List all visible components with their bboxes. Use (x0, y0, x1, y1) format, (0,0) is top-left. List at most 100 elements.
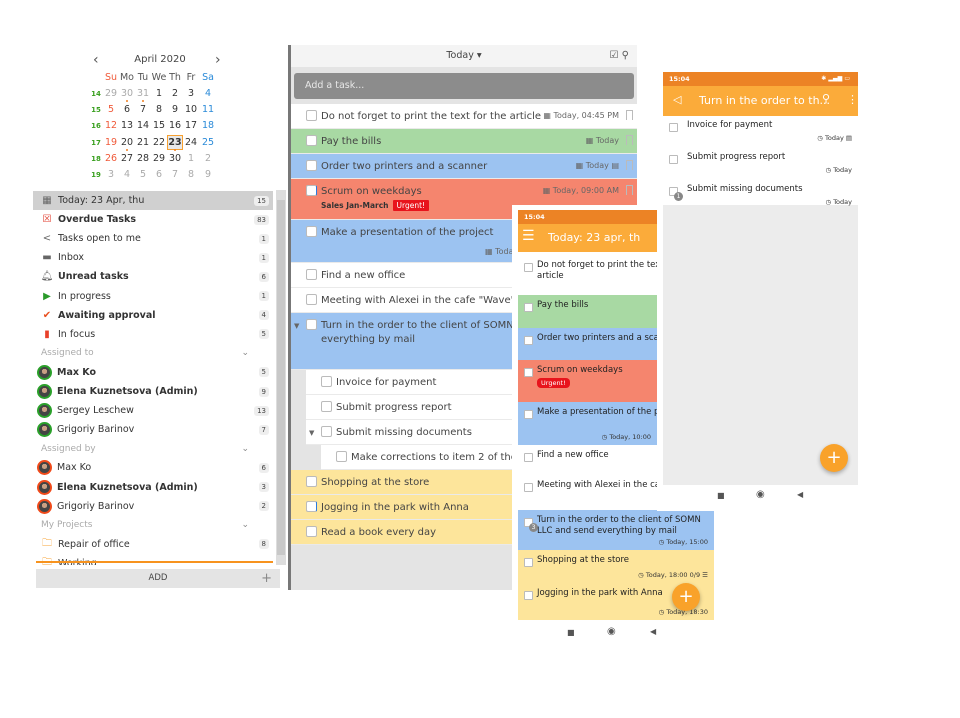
sidebar-user-item[interactable]: Sergey Leschew 13 (33, 401, 273, 420)
phone-subtask-row[interactable]: 1 Submit missing documents ◷ Today (663, 180, 858, 212)
sidebar-item[interactable]: ▬ Inbox 1 (33, 248, 273, 267)
expand-arrow-icon[interactable]: ▼ (294, 322, 299, 330)
sidebar-user-item[interactable]: Max Ko 5 (33, 363, 273, 382)
calendar-day[interactable]: 28 (135, 153, 151, 164)
task-row[interactable]: Do not forget to print the text for the … (291, 104, 637, 129)
filter-dropdown[interactable]: Today ▾ (446, 50, 481, 61)
calendar-day[interactable]: 11 (200, 104, 216, 115)
menu-icon[interactable]: ☰ (522, 228, 535, 244)
calendar-day[interactable]: 20 (119, 137, 135, 148)
calendar-day[interactable]: 30 (119, 88, 135, 99)
task-checkbox[interactable] (524, 558, 533, 567)
phone-subtask-row[interactable]: Submit progress report ◷ Today (663, 148, 858, 180)
task-checkbox[interactable] (321, 376, 332, 387)
expand-arrow-icon[interactable]: ▼ (309, 429, 314, 437)
sidebar-user-item[interactable]: Elena Kuznetsova (Admin) 3 (33, 478, 273, 497)
nav-back-button[interactable]: ◀ (650, 627, 656, 636)
task-checkbox[interactable] (524, 483, 533, 492)
chevron-down-icon[interactable]: ⌄ (241, 520, 249, 530)
task-checkbox[interactable] (524, 368, 533, 377)
task-checkbox[interactable] (336, 451, 347, 462)
calendar-day[interactable]: 2 (200, 153, 216, 164)
phone-task-row[interactable]: Do not forget to print the text article (518, 255, 657, 295)
task-checkbox[interactable] (306, 110, 317, 121)
sidebar-item[interactable]: ▶ In progress 1 (33, 287, 273, 306)
sidebar-user-item[interactable]: Grigoriy Barinov 7 (33, 420, 273, 439)
add-task-input[interactable]: Add a task... (294, 73, 634, 99)
calendar-day[interactable]: 12 (103, 120, 119, 131)
calendar-day[interactable]: 8 (151, 104, 167, 115)
nav-back-button[interactable]: ◀ (797, 490, 803, 499)
add-task-fab[interactable]: + (820, 444, 848, 472)
phone-task-row[interactable]: Meeting with Alexei in the cafe (518, 475, 657, 510)
calendar-day[interactable]: 22 (151, 137, 167, 148)
phone-task-row[interactable]: Pay the bills (518, 295, 657, 328)
calendar-day[interactable]: 7 (135, 104, 151, 115)
calendar-day[interactable]: 5 (103, 104, 119, 115)
sidebar-item[interactable]: 🗀︎ Repair of office 8 (33, 535, 273, 554)
nav-recent-button[interactable]: ■ (567, 628, 575, 637)
task-checkbox[interactable] (524, 303, 533, 312)
sidebar-user-item[interactable]: Elena Kuznetsova (Admin) 9 (33, 382, 273, 401)
chevron-down-icon[interactable]: ⌄ (241, 444, 249, 454)
task-checkbox[interactable] (306, 319, 317, 330)
calendar-day[interactable]: 4 (119, 169, 135, 180)
task-checkbox[interactable] (524, 263, 533, 272)
task-checkbox[interactable] (321, 401, 332, 412)
sidebar-item[interactable]: 🔔︎ Unread tasks 6 (33, 267, 273, 286)
back-icon[interactable]: ◁ (673, 93, 681, 106)
calendar-day[interactable]: 27 (119, 153, 135, 164)
sidebar-item[interactable]: < Tasks open to me 1 (33, 229, 273, 248)
bookmark-icon[interactable] (626, 185, 633, 195)
sidebar-item[interactable]: 🗀︎Working (33, 554, 273, 565)
calendar-day[interactable]: 16 (167, 120, 183, 131)
calendar-day[interactable]: 31 (135, 88, 151, 99)
task-checkbox[interactable] (524, 591, 533, 600)
add-button[interactable]: ADD + (36, 569, 280, 588)
sidebar-scrollbar[interactable] (276, 190, 286, 565)
calendar-day[interactable]: 3 (103, 169, 119, 180)
more-icon[interactable]: ⋮ (847, 93, 858, 106)
sidebar-user-item[interactable]: Max Ko 6 (33, 458, 273, 477)
calendar-day[interactable]: 9 (200, 169, 216, 180)
sidebar-item[interactable]: ▮ In focus 5 (33, 325, 273, 344)
task-checkbox[interactable] (306, 135, 317, 146)
task-checkbox[interactable] (669, 123, 678, 132)
task-checkbox[interactable] (669, 155, 678, 164)
calendar-day[interactable]: 7 (167, 169, 183, 180)
nav-recent-button[interactable]: ■ (717, 491, 725, 500)
nav-home-button[interactable]: ◉ (756, 489, 765, 500)
calendar-day[interactable]: 24 (183, 137, 199, 148)
phone-subtask-row[interactable]: Invoice for payment ◷ Today ▤ (663, 116, 858, 148)
calendar-day[interactable]: 8 (183, 169, 199, 180)
task-checkbox[interactable] (524, 410, 533, 419)
calendar-day[interactable]: 29 (103, 88, 119, 99)
phone-task-row[interactable]: Shopping at the store ◷ Today, 18:00 0/9 … (518, 550, 714, 583)
phone-task-row[interactable]: Scrum on weekdays Urgent! (518, 360, 657, 402)
calendar-day[interactable]: 9 (167, 104, 183, 115)
task-checkbox[interactable] (306, 185, 317, 196)
calendar-day[interactable]: 14 (135, 120, 151, 131)
calendar-day[interactable]: 6 (151, 169, 167, 180)
calendar-day[interactable]: 4 (200, 88, 216, 99)
task-checkbox[interactable] (306, 294, 317, 305)
next-month-button[interactable]: › (215, 52, 221, 68)
calendar-day[interactable]: 3 (183, 88, 199, 99)
calendar-day[interactable]: 26 (103, 153, 119, 164)
calendar-day[interactable]: 25 (200, 137, 216, 148)
calendar-day[interactable]: 15 (151, 120, 167, 131)
calendar-day[interactable]: 23 (167, 134, 183, 150)
nav-home-button[interactable]: ◉ (607, 626, 616, 637)
calendar-day[interactable]: 5 (135, 169, 151, 180)
calendar-day[interactable]: 30 (167, 153, 183, 164)
task-checkbox[interactable] (306, 226, 317, 237)
task-checkbox[interactable] (306, 476, 317, 487)
calendar-day[interactable]: 19 (103, 137, 119, 148)
search-icon[interactable]: ⚲ (822, 92, 830, 105)
task-row[interactable]: Pay the bills ▦ Today (291, 129, 637, 154)
phone-task-row[interactable]: 3 Turn in the order to the client of SOMN… (518, 510, 714, 550)
task-checkbox[interactable] (321, 426, 332, 437)
bookmark-icon[interactable] (626, 135, 633, 145)
add-task-fab[interactable]: + (672, 583, 700, 611)
calendar-day[interactable]: 17 (183, 120, 199, 131)
